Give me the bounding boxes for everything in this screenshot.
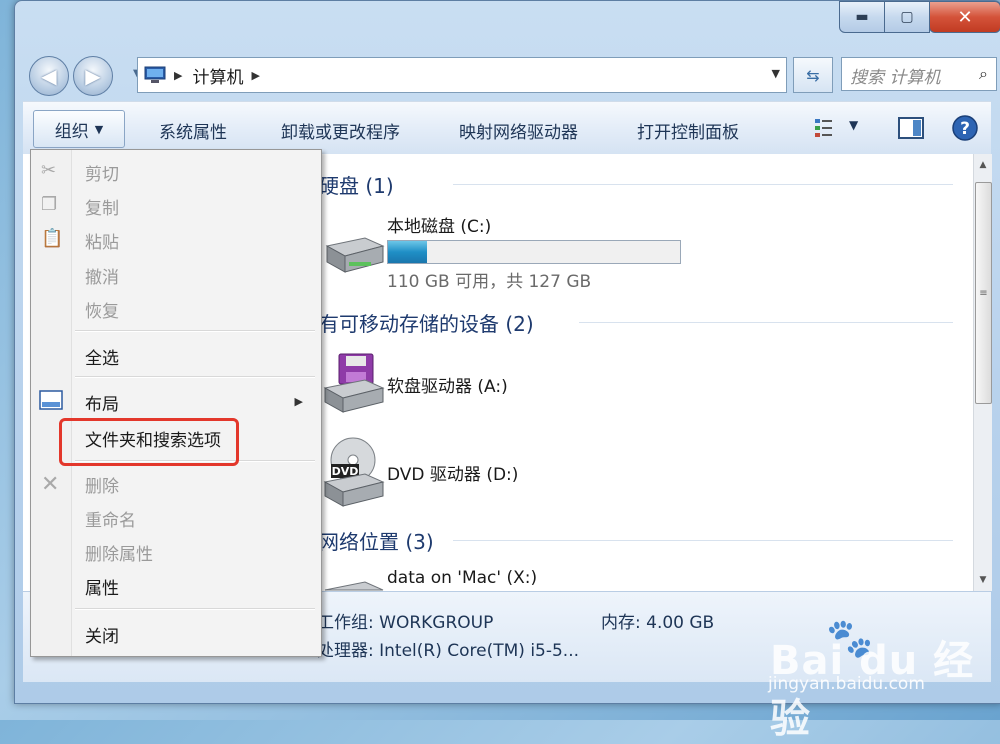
drive-d-name[interactable]: DVD 驱动器 (D:) xyxy=(387,460,518,485)
menu-item-undo[interactable]: 撤消 xyxy=(85,263,119,288)
preview-pane-icon[interactable] xyxy=(897,116,925,140)
menu-item-select-all[interactable]: 全选 xyxy=(85,344,119,369)
scrollbar-thumb[interactable]: ≡ xyxy=(975,182,992,404)
scroll-down-arrow-icon[interactable]: ▼ xyxy=(974,571,992,589)
drive-c-usage-fill xyxy=(388,241,428,263)
drive-x-name[interactable]: data on 'Mac' (X:) xyxy=(387,568,537,588)
forward-button[interactable]: ▶ xyxy=(73,56,113,96)
menu-item-cut[interactable]: 剪切 xyxy=(85,160,119,185)
hard-disk-icon xyxy=(325,237,385,273)
view-options-dropdown-icon[interactable]: ▼ xyxy=(849,118,858,132)
menu-separator xyxy=(75,608,315,610)
menu-item-layout[interactable]: 布局 xyxy=(85,390,119,415)
map-network-drive-button[interactable]: 映射网络驱动器 xyxy=(459,118,578,143)
change-view-icon[interactable] xyxy=(813,116,839,140)
group-divider xyxy=(453,540,953,541)
workgroup-text: 工作组: WORKGROUP xyxy=(317,613,494,633)
svg-text:?: ? xyxy=(960,119,970,139)
submenu-arrow-icon: ▶ xyxy=(294,395,303,408)
annotation-highlight-box xyxy=(59,418,239,466)
close-window-button[interactable]: ✕ xyxy=(929,1,1000,33)
computer-icon xyxy=(144,66,166,83)
refresh-icon: ⇆ xyxy=(806,65,820,85)
organize-button[interactable]: 组织 ▼ xyxy=(33,110,125,148)
group-header-hard-disks[interactable]: 硬盘 (1) xyxy=(319,170,394,199)
breadcrumb-computer[interactable]: 计算机 xyxy=(192,63,243,88)
vertical-scrollbar[interactable]: ▲ ≡ ▼ xyxy=(973,154,992,591)
menu-item-remove-properties[interactable]: 删除属性 xyxy=(85,540,153,565)
address-dropdown-icon[interactable]: ▼ xyxy=(772,67,780,80)
delete-x-icon: ✕ xyxy=(41,472,60,497)
system-properties-button[interactable]: 系统属性 xyxy=(159,118,227,143)
processor-text: 处理器: Intel(R) Core(TM) i5-5... xyxy=(317,641,580,661)
menu-item-rename[interactable]: 重命名 xyxy=(85,506,136,531)
group-divider xyxy=(579,322,953,323)
search-input[interactable]: 搜索 计算机 ⌕ xyxy=(841,57,997,91)
menu-item-copy[interactable]: 复制 xyxy=(85,194,119,219)
menu-separator xyxy=(75,330,315,332)
drive-c-usage-bar xyxy=(387,240,681,264)
organize-label: 组织 xyxy=(54,121,89,142)
forward-arrow-icon: ▶ xyxy=(85,64,101,88)
open-control-panel-button[interactable]: 打开控制面板 xyxy=(637,118,739,143)
menu-item-paste[interactable]: 粘贴 xyxy=(85,228,119,253)
chevron-down-icon: ▼ xyxy=(94,122,104,136)
maximize-button[interactable]: ▢ xyxy=(884,1,930,33)
dvd-drive-icon: DVD xyxy=(323,437,385,507)
menu-item-redo[interactable]: 恢复 xyxy=(85,297,119,322)
menu-separator xyxy=(75,376,315,378)
command-bar: 组织 ▼ 系统属性 卸载或更改程序 映射网络驱动器 打开控制面板 ▼ ? xyxy=(23,101,991,155)
clipboard-icon: 📋 xyxy=(41,228,64,249)
search-icon[interactable]: ⌕ xyxy=(979,64,988,84)
menu-item-delete[interactable]: 删除 xyxy=(85,472,119,497)
drive-c-name[interactable]: 本地磁盘 (C:) xyxy=(387,212,491,237)
memory-text: 内存: 4.00 GB xyxy=(601,613,715,633)
refresh-button[interactable]: ⇆ xyxy=(793,57,833,93)
help-icon[interactable]: ? xyxy=(951,114,979,142)
watermark-url: jingyan.baidu.com xyxy=(768,674,925,694)
address-bar[interactable]: ▶ 计算机 ▶ ▼ xyxy=(137,57,787,93)
scissors-icon: ✂ xyxy=(41,160,57,181)
breadcrumb-chevron-icon[interactable]: ▶ xyxy=(174,69,182,82)
network-drive-icon xyxy=(324,581,384,591)
floppy-drive-icon xyxy=(323,353,385,413)
organize-menu: ✂ 剪切 ❐ 复制 📋 粘贴 撤消 恢复 全选 布局 ▶ 文件夹和搜索选项 ✕ … xyxy=(30,149,322,657)
scroll-up-arrow-icon[interactable]: ▲ xyxy=(974,156,992,174)
search-placeholder: 搜索 计算机 xyxy=(850,68,941,88)
drive-a-name[interactable]: 软盘驱动器 (A:) xyxy=(387,372,508,397)
back-arrow-icon: ◀ xyxy=(41,64,57,88)
minimize-button[interactable]: ▬ xyxy=(839,1,885,33)
group-header-network[interactable]: 网络位置 (3) xyxy=(319,526,434,555)
group-header-removable[interactable]: 有可移动存储的设备 (2) xyxy=(319,308,534,337)
layout-icon xyxy=(39,390,63,410)
menu-item-close[interactable]: 关闭 xyxy=(85,622,119,647)
drive-c-free-space: 110 GB 可用，共 127 GB xyxy=(387,272,592,292)
menu-item-properties[interactable]: 属性 xyxy=(85,574,119,599)
group-divider xyxy=(453,184,953,185)
uninstall-program-button[interactable]: 卸载或更改程序 xyxy=(281,118,400,143)
caption-buttons: ▬ ▢ ✕ xyxy=(839,1,1000,33)
back-button[interactable]: ◀ xyxy=(29,56,69,96)
breadcrumb-chevron-icon[interactable]: ▶ xyxy=(251,69,259,82)
copy-icon: ❐ xyxy=(41,194,58,215)
baidu-jingyan-watermark: 🐾 Bai du 经验 jingyan.baidu.com xyxy=(760,608,980,742)
